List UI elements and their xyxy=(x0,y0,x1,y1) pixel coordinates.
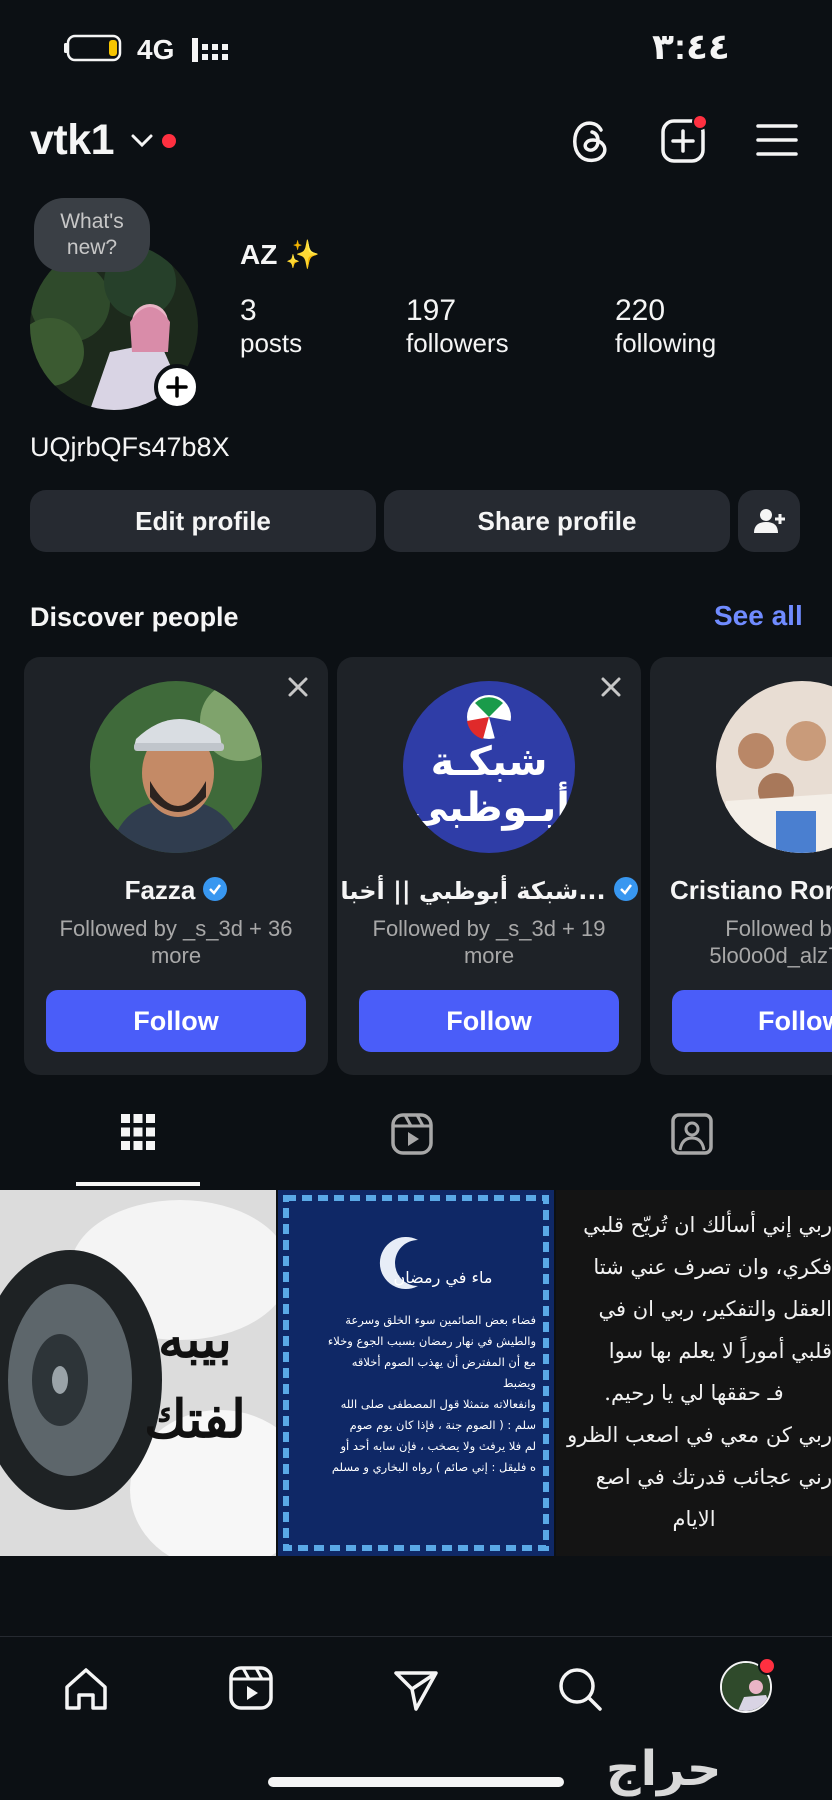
followers-count: 197 xyxy=(406,294,457,327)
notification-dot xyxy=(162,134,176,148)
post-line: ربي إني أسألك ان تُريّح قلبي xyxy=(583,1213,832,1237)
post-line: فكري، وان تصرف عني شتا xyxy=(593,1255,832,1279)
home-indicator xyxy=(268,1777,564,1787)
tab-grid[interactable] xyxy=(76,1112,200,1186)
following-label: following xyxy=(615,328,717,358)
post-thumbnail[interactable]: بيبه لفتك xyxy=(0,1190,276,1556)
threads-icon[interactable] xyxy=(568,116,614,166)
follow-button[interactable]: Follow xyxy=(672,990,832,1052)
stat-posts[interactable]: 3 posts xyxy=(240,294,302,359)
stat-followers[interactable]: 197 followers xyxy=(406,294,509,359)
follow-label: Follow xyxy=(758,1005,832,1036)
suggestion-name[interactable]: شبكة أبوظبي || أخبا... xyxy=(337,875,641,906)
post-line: فضاء بعض الصائمين سوء الخلق وسرعة xyxy=(345,1313,536,1327)
follow-label: Follow xyxy=(446,1005,532,1036)
following-count: 220 xyxy=(615,294,666,327)
followers-label: followers xyxy=(406,328,509,358)
display-name: AZ ✨ xyxy=(240,239,320,270)
tab-tagged[interactable] xyxy=(630,1112,754,1186)
suggestion-avatar[interactable] xyxy=(90,681,262,853)
bottom-navigation: حراج xyxy=(0,1636,832,1800)
follow-button[interactable]: Follow xyxy=(359,990,619,1052)
post-line: وانفعالاته متمثلا قول المصطفى صلى الله xyxy=(340,1397,536,1411)
battery-icon xyxy=(62,34,124,62)
see-all-link[interactable]: See all xyxy=(714,600,803,632)
network-label: 4G xyxy=(137,34,175,65)
discover-people-toggle[interactable] xyxy=(738,490,800,552)
post-line: لم فلا يرفث ولا يصخب ، فإن سابه أحد أو xyxy=(340,1439,536,1453)
send-icon[interactable] xyxy=(392,1665,440,1713)
post-thumbnail[interactable]: ماء في رمضان فضاء بعض الصائمين سوء الخلق… xyxy=(278,1190,554,1556)
follow-button[interactable]: Follow xyxy=(46,990,306,1052)
verified-icon xyxy=(613,877,638,902)
suggestion-card[interactable]: Cristiano Ronaldo Followed by 5lo0o0d_al… xyxy=(650,657,832,1075)
suggestion-card[interactable]: شبكـة أبـوظبي شبكة أبوظبي || أخبا... Fol… xyxy=(337,657,641,1075)
notification-dot xyxy=(758,1657,776,1675)
post-title: ماء في رمضان xyxy=(393,1268,493,1287)
post-line: قلبي أموراً لا يعلم بها سوا xyxy=(608,1339,832,1363)
suggestion-name-text: Fazza xyxy=(124,875,196,905)
grid-icon xyxy=(119,1112,157,1152)
reels-icon xyxy=(390,1112,434,1186)
post-caption-text: بيبه لفتك xyxy=(144,1309,246,1450)
add-person-icon xyxy=(753,507,785,535)
follow-label: Follow xyxy=(133,1005,219,1036)
home-icon[interactable] xyxy=(62,1665,110,1713)
post-line: والطيش في نهار رمضان بسبب الجوع وخلاء xyxy=(327,1334,536,1348)
username-label: vtk1 xyxy=(30,116,115,164)
suggestion-name[interactable]: Cristiano Ronaldo xyxy=(670,875,832,906)
note-bubble[interactable]: What's new? xyxy=(34,198,150,272)
post-body: ربي إني أسألك ان تُريّح قلبي فكري، وان ت… xyxy=(556,1204,832,1540)
logo-text-line2: أبـوظبي xyxy=(408,785,570,831)
stat-following[interactable]: 220 following xyxy=(615,294,716,359)
suggestion-name-text: شبكة أبوظبي || أخبا... xyxy=(340,877,606,905)
close-icon[interactable] xyxy=(599,675,623,699)
edit-profile-button[interactable]: Edit profile xyxy=(30,490,376,552)
close-icon[interactable] xyxy=(286,675,310,699)
post-line: فـ حققها لي يا رحيم. xyxy=(604,1381,784,1405)
suggestion-subtitle: Followed by _s_3d + 36 more xyxy=(59,916,293,968)
signal-icon xyxy=(190,36,236,64)
discover-title: Discover people xyxy=(30,602,239,632)
username-switcher[interactable]: vtk1 xyxy=(30,116,115,165)
create-notification-dot xyxy=(692,114,708,130)
add-story-icon[interactable] xyxy=(154,364,200,410)
suggestion-avatar[interactable] xyxy=(716,681,832,853)
watermark-text: حراج xyxy=(606,1741,722,1797)
suggestion-name[interactable]: Fazza xyxy=(24,875,328,906)
post-line: ربي كن معي في اصعب الظرو xyxy=(567,1423,832,1447)
posts-label: posts xyxy=(240,328,303,358)
verified-icon xyxy=(203,877,228,902)
active-tab-indicator xyxy=(76,1182,200,1186)
tab-reels[interactable] xyxy=(350,1112,474,1186)
note-text: What's new? xyxy=(60,210,124,259)
suggestion-avatar[interactable]: شبكـة أبـوظبي xyxy=(403,681,575,853)
posts-count: 3 xyxy=(240,294,257,327)
clock: ٣:٤٤ xyxy=(652,26,730,67)
post-line: العقل والتفكير، ربي ان في xyxy=(598,1297,832,1321)
search-icon[interactable] xyxy=(556,1665,604,1713)
edit-profile-label: Edit profile xyxy=(135,505,271,536)
logo-text-line1: شبكـة xyxy=(430,739,548,785)
share-profile-label: Share profile xyxy=(477,505,637,536)
menu-icon[interactable] xyxy=(756,122,798,158)
post-body: فضاء بعض الصائمين سوء الخلق وسرعة والطيش… xyxy=(316,1310,536,1478)
post-line: ه فليقل : إني صائم ) رواه البخاري و مسلم xyxy=(331,1460,536,1474)
share-profile-button[interactable]: Share profile xyxy=(384,490,730,552)
suggestion-card[interactable]: Fazza Followed by _s_3d + 36 more Follow xyxy=(24,657,328,1075)
bio-text: UQjrbQFs47b8X xyxy=(30,432,230,462)
post-line: سلم : ( الصوم جنة ، فإذا كان يوم صوم xyxy=(349,1418,536,1432)
suggestion-subtitle: Followed by 5lo0o0d_alz7m xyxy=(709,916,832,968)
post-line: رني عجائب قدرتك في اصع xyxy=(595,1465,832,1489)
tagged-person-icon xyxy=(670,1112,714,1186)
suggestion-name-text: Cristiano Ronaldo xyxy=(670,875,832,905)
reels-icon[interactable] xyxy=(228,1665,274,1711)
post-line: مع أن المفترض أن يهذب الصوم أخلاقه ويضبط xyxy=(351,1355,536,1390)
post-line: الايام xyxy=(672,1507,716,1531)
status-bar: 4G ٣:٤٤ xyxy=(0,0,832,100)
suggestion-subtitle: Followed by _s_3d + 19 more xyxy=(372,916,606,968)
chevron-down-icon[interactable] xyxy=(130,132,154,150)
post-thumbnail[interactable]: ربي إني أسألك ان تُريّح قلبي فكري، وان ت… xyxy=(556,1190,832,1556)
